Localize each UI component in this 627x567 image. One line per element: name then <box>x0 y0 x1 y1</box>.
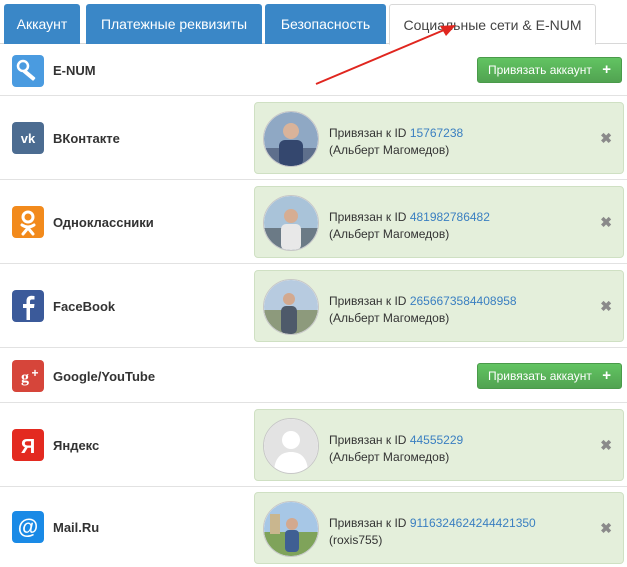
network-name: Mail.Ru <box>53 520 100 535</box>
enum-icon <box>12 55 44 87</box>
network-name: Яндекс <box>53 438 100 453</box>
account-user-name: (Альберт Магомедов) <box>329 227 450 241</box>
tab-account[interactable]: Аккаунт <box>4 4 80 44</box>
network-row-yandex: Я Яндекс Привязан к ID 44555229 (Альберт… <box>0 403 627 487</box>
linked-account-panel: Привязан к ID 44555229 (Альберт Магомедо… <box>254 409 624 481</box>
linked-account-panel: Привязан к ID 9116324624244421350 (roxis… <box>254 492 624 564</box>
svg-text:Я: Я <box>21 436 35 458</box>
bound-prefix: Привязан к ID <box>329 126 407 140</box>
account-user-name: (Альберт Магомедов) <box>329 143 450 157</box>
linked-account-panel: Привязан к ID 481982786482 (Альберт Маго… <box>254 186 624 258</box>
account-user-name: (Альберт Магомедов) <box>329 450 450 464</box>
linked-account-panel: Привязан к ID 2656673584408958 (Альберт … <box>254 270 624 342</box>
network-row-mailru: @ Mail.Ru Привязан к ID 9116324624244421… <box>0 487 627 567</box>
bind-account-button[interactable]: Привязать аккаунт + <box>477 363 622 389</box>
account-id-link[interactable]: 9116324624244421350 <box>410 516 536 530</box>
bound-prefix: Привязан к ID <box>329 516 407 530</box>
facebook-icon <box>12 290 44 322</box>
linked-account-panel: Привязан к ID 15767238 (Альберт Магомедо… <box>254 102 624 174</box>
network-row-google: g + Google/YouTube Привязать аккаунт + <box>0 348 627 403</box>
close-icon[interactable]: ✖ <box>600 520 612 537</box>
tab-bar: Аккаунт Платежные реквизиты Безопасность… <box>0 0 627 45</box>
avatar <box>263 195 319 251</box>
close-icon[interactable]: ✖ <box>600 214 612 231</box>
plus-icon: + <box>602 367 611 384</box>
close-icon[interactable]: ✖ <box>600 298 612 315</box>
account-user-name: (Альберт Магомедов) <box>329 311 450 325</box>
account-id-link[interactable]: 44555229 <box>410 433 463 447</box>
network-name: ВКонтакте <box>53 131 120 146</box>
bound-prefix: Привязан к ID <box>329 433 407 447</box>
avatar <box>263 418 319 474</box>
network-name: FaceBook <box>53 299 116 314</box>
account-id-link[interactable]: 481982786482 <box>410 210 490 224</box>
bound-prefix: Привязан к ID <box>329 294 407 308</box>
svg-text:g: g <box>21 369 29 386</box>
svg-text:+: + <box>31 366 38 380</box>
google-plus-icon: g + <box>12 360 44 392</box>
plus-icon: + <box>602 61 611 78</box>
network-row-facebook: FaceBook Привязан к ID 2656673584408958 … <box>0 264 627 348</box>
account-id-link[interactable]: 2656673584408958 <box>410 294 517 308</box>
network-name: Одноклассники <box>53 215 154 230</box>
svg-text:@: @ <box>18 516 38 539</box>
avatar <box>263 279 319 335</box>
tab-security[interactable]: Безопасность <box>265 4 386 44</box>
bound-prefix: Привязан к ID <box>329 210 407 224</box>
bind-account-button[interactable]: Привязать аккаунт + <box>477 57 622 83</box>
avatar <box>263 501 319 557</box>
network-name: E-NUM <box>53 63 96 78</box>
close-icon[interactable]: ✖ <box>600 130 612 147</box>
vk-icon: vk <box>12 122 44 154</box>
bind-button-label: Привязать аккаунт <box>488 369 592 383</box>
avatar <box>263 111 319 167</box>
mailru-icon: @ <box>12 511 44 543</box>
ok-icon <box>12 206 44 238</box>
network-name: Google/YouTube <box>53 369 156 384</box>
close-icon[interactable]: ✖ <box>600 437 612 454</box>
svg-text:vk: vk <box>21 131 36 146</box>
bind-button-label: Привязать аккаунт <box>488 63 592 77</box>
account-id-link[interactable]: 15767238 <box>410 126 463 140</box>
tab-payment-details[interactable]: Платежные реквизиты <box>86 4 262 44</box>
tab-social-networks[interactable]: Социальные сети & E-NUM <box>389 4 596 45</box>
account-user-name: (roxis755) <box>329 533 383 547</box>
yandex-icon: Я <box>12 429 44 461</box>
network-row-enum: E-NUM Привязать аккаунт + <box>0 45 627 96</box>
network-row-vk: vk ВКонтакте Привязан к ID 15767238 (Аль… <box>0 96 627 180</box>
network-row-ok: Одноклассники Привязан к ID 481982786482… <box>0 180 627 264</box>
